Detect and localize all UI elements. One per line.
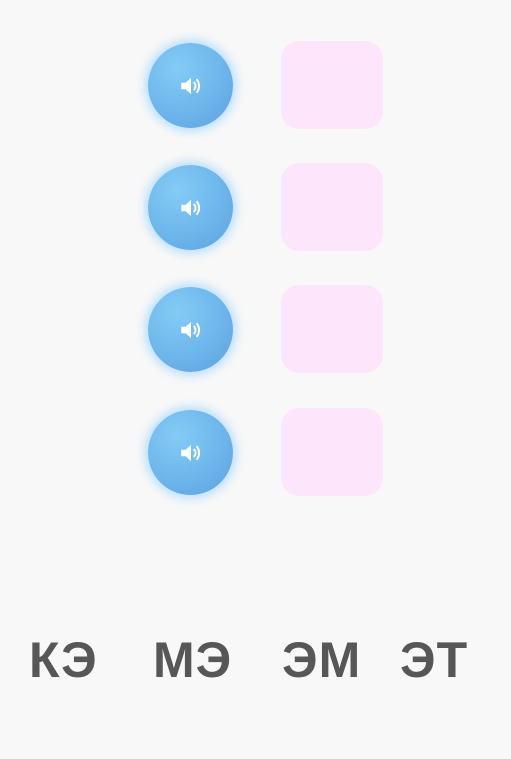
word-choice-bank: КЭ МЭ ЭМ ЭТ (0, 628, 511, 692)
match-row (0, 408, 511, 496)
play-audio-button[interactable] (148, 165, 233, 250)
word-choice-me[interactable]: МЭ (153, 628, 232, 692)
play-audio-button[interactable] (148, 43, 233, 128)
speaker-icon (180, 321, 200, 338)
play-audio-button[interactable] (148, 287, 233, 372)
play-audio-button[interactable] (148, 410, 233, 495)
word-choice-et[interactable]: ЭТ (400, 628, 468, 692)
answer-drop-slot[interactable] (281, 163, 383, 251)
matching-rows (0, 0, 511, 560)
word-choice-em[interactable]: ЭМ (282, 628, 361, 692)
speaker-icon (180, 444, 200, 461)
word-choice-ke[interactable]: КЭ (29, 628, 98, 692)
speaker-icon (180, 199, 200, 216)
answer-drop-slot[interactable] (281, 285, 383, 373)
match-row (0, 163, 511, 251)
answer-drop-slot[interactable] (281, 408, 383, 496)
match-row (0, 41, 511, 129)
match-row (0, 285, 511, 373)
speaker-icon (180, 77, 200, 94)
answer-drop-slot[interactable] (281, 41, 383, 129)
